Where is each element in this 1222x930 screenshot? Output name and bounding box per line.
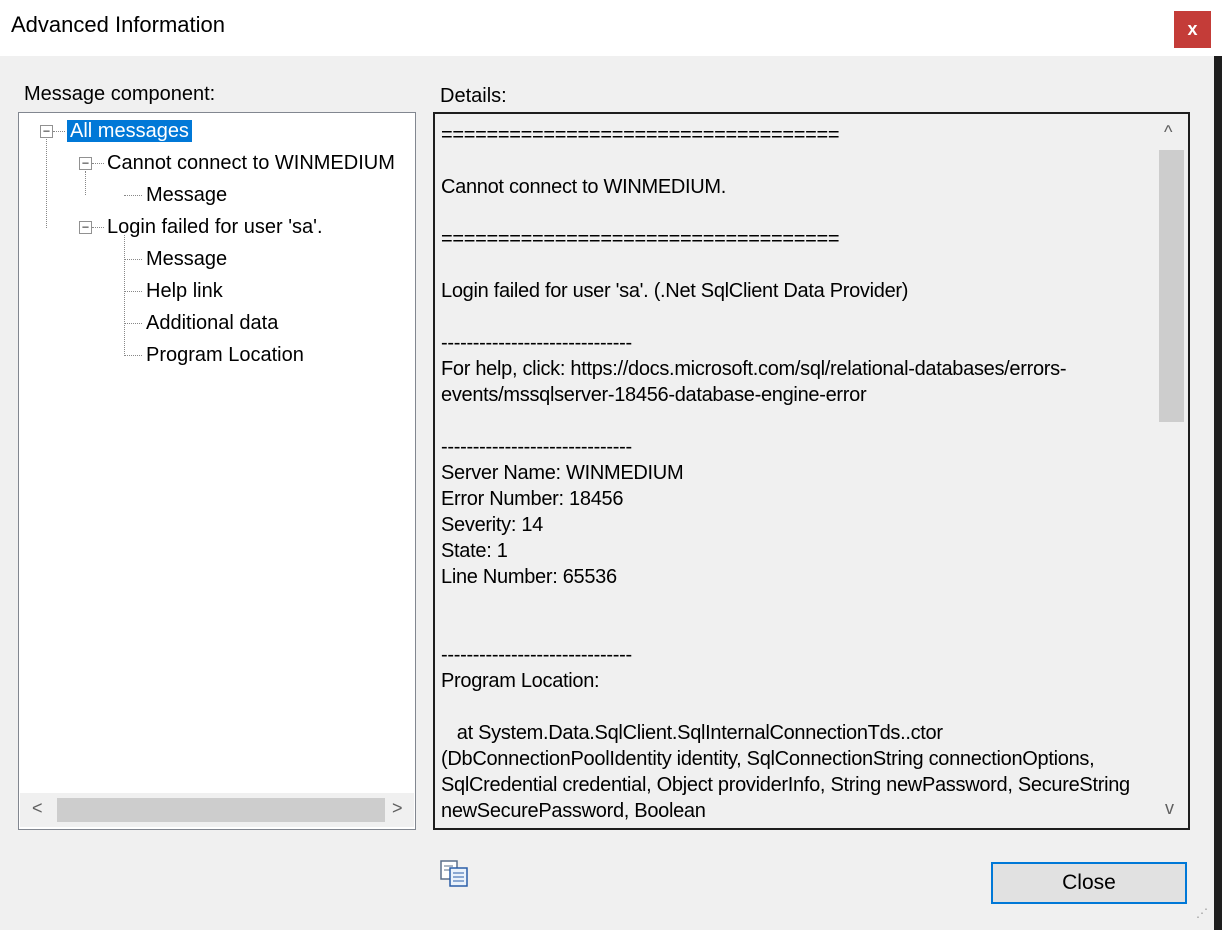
tree-connector	[85, 171, 86, 195]
collapse-icon[interactable]: −	[79, 157, 92, 170]
tree-connector	[124, 291, 142, 292]
tree-connector	[92, 163, 104, 164]
copy-icon[interactable]	[440, 860, 472, 888]
tree-item-message[interactable]: Message	[146, 244, 227, 274]
collapse-icon[interactable]: −	[79, 221, 92, 234]
window-title: Advanced Information	[11, 12, 226, 37]
tree-item-additional-data[interactable]: Additional data	[146, 308, 278, 338]
advanced-information-dialog: Advanced Information x Message component…	[0, 0, 1214, 930]
tree-connector	[53, 131, 65, 132]
tree-item-help-link[interactable]: Help link	[146, 276, 223, 306]
resize-grip-icon[interactable]: ⋰	[1196, 906, 1208, 920]
tree-connector	[124, 195, 142, 196]
message-tree[interactable]: − All messages − Cannot connect to WINME…	[18, 112, 416, 830]
window-border	[1214, 56, 1222, 930]
tree-connector	[46, 139, 47, 228]
scroll-down-icon[interactable]: v	[1165, 798, 1174, 819]
collapse-icon[interactable]: −	[40, 125, 53, 138]
scroll-right-icon[interactable]: >	[392, 798, 403, 819]
vertical-scrollbar[interactable]: ^ v	[1154, 114, 1188, 828]
scroll-up-icon[interactable]: ^	[1164, 122, 1172, 143]
tree-item-program-location[interactable]: Program Location	[146, 340, 304, 370]
tree-connector	[92, 227, 104, 228]
title-bar: Advanced Information x	[0, 0, 1214, 56]
details-textbox[interactable]: =================================== Cann…	[433, 112, 1190, 830]
scroll-thumb[interactable]	[1159, 150, 1184, 422]
tree-connector	[124, 355, 142, 356]
tree-item-all-messages[interactable]: All messages	[67, 116, 192, 146]
message-component-label: Message component:	[24, 83, 216, 105]
scroll-left-icon[interactable]: <	[32, 798, 43, 819]
tree-connector	[124, 235, 125, 356]
tree-connector	[124, 323, 142, 324]
tree-item-cannot-connect[interactable]: Cannot connect to WINMEDIUM	[107, 148, 395, 178]
close-icon[interactable]: x	[1174, 11, 1211, 48]
details-text: =================================== Cann…	[441, 124, 1130, 822]
tree-item-message[interactable]: Message	[146, 180, 227, 210]
tree-connector	[124, 259, 142, 260]
close-button[interactable]: Close	[991, 862, 1187, 904]
details-label: Details:	[440, 85, 507, 107]
scroll-thumb[interactable]	[57, 798, 385, 822]
tree-item-login-failed[interactable]: Login failed for user 'sa'.	[107, 212, 323, 242]
horizontal-scrollbar[interactable]: < >	[20, 793, 414, 827]
